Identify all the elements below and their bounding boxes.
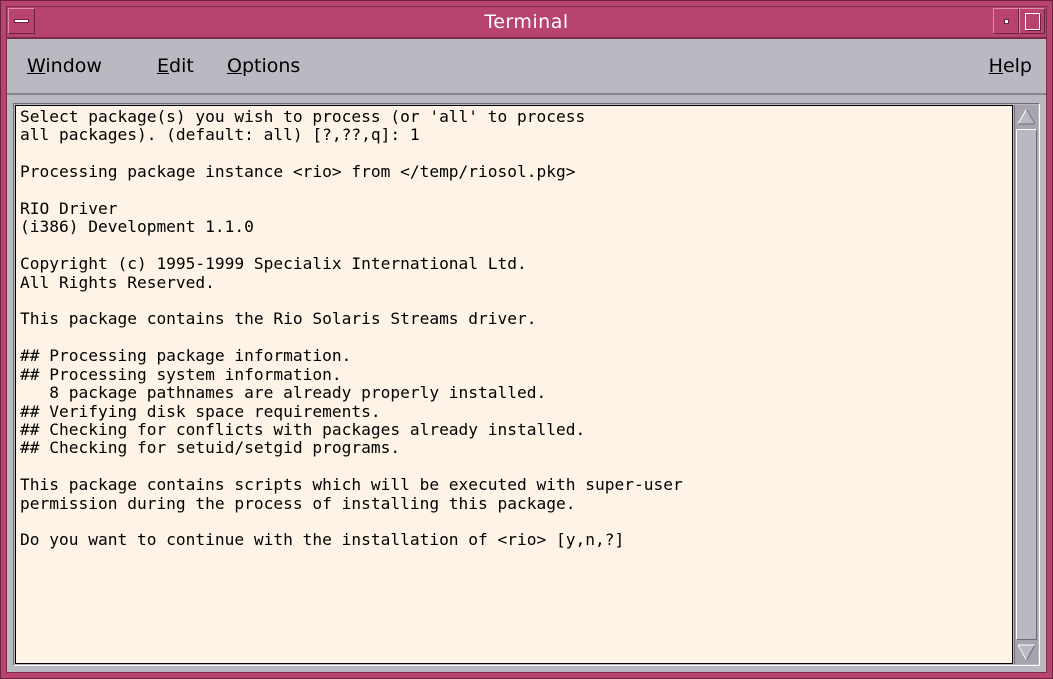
terminal-output[interactable]: Select package(s) you wish to process (o… (15, 105, 1013, 664)
terminal-window: Terminal Window Edit Options Help Select… (0, 0, 1053, 679)
minimize-button[interactable] (993, 8, 1019, 34)
terminal-line: All Rights Reserved. (20, 272, 215, 292)
menu-help-label: elp (1002, 55, 1032, 77)
terminal-line: ## Checking for setuid/setgid programs. (20, 438, 401, 458)
terminal-line: Select package(s) you wish to process (o… (20, 107, 586, 126)
scroll-down-button[interactable] (1016, 642, 1037, 663)
scroll-down-arrow-icon (1017, 644, 1036, 662)
terminal-line: 8 package pathnames are already properly… (20, 383, 547, 403)
window-frame: Terminal Window Edit Options Help Select… (6, 6, 1047, 673)
terminal-line: all packages). (default: all) [?,??,q]: … (20, 125, 420, 145)
terminal-line: ## Processing package information. (20, 346, 352, 366)
title-bar[interactable]: Terminal (7, 7, 1046, 39)
window-title: Terminal (484, 11, 569, 33)
terminal-line: RIO Driver (20, 199, 118, 219)
terminal-line: This package contains scripts which will… (20, 475, 683, 495)
menu-window-label: indow (45, 55, 102, 77)
menu-options[interactable]: Options (227, 39, 300, 93)
scroll-up-button[interactable] (1016, 106, 1037, 127)
menu-edit-label: dit (169, 55, 194, 77)
maximize-button[interactable] (1019, 8, 1045, 34)
terminal-line: (i386) Development 1.1.0 (20, 217, 254, 237)
terminal-line: ## Checking for conflicts with packages … (20, 419, 586, 439)
menu-options-label: ptions (241, 55, 301, 77)
vertical-scrollbar[interactable] (1014, 105, 1038, 664)
scroll-thumb[interactable] (1016, 129, 1037, 640)
terminal-line: permission during the process of install… (20, 493, 576, 513)
menu-edit[interactable]: Edit (157, 39, 194, 93)
terminal-line: This package contains the Rio Solaris St… (20, 309, 537, 329)
menu-help-mnemonic: H (988, 55, 1003, 77)
terminal-line: Copyright (c) 1995-1999 Specialix Intern… (20, 254, 527, 274)
maximize-icon (1025, 13, 1040, 30)
terminal-pane: Select package(s) you wish to process (o… (13, 103, 1040, 666)
menu-window-mnemonic: W (27, 55, 46, 77)
menu-bar: Window Edit Options Help (7, 39, 1046, 95)
minimize-icon (1004, 19, 1009, 24)
menu-help[interactable]: Help (989, 39, 1032, 93)
terminal-line: ## Verifying disk space requirements. (20, 401, 381, 421)
menu-window[interactable]: Window (27, 39, 102, 93)
menu-edit-mnemonic: E (157, 55, 170, 77)
terminal-text[interactable]: Select package(s) you wish to process (o… (16, 106, 1012, 550)
terminal-line: Do you want to continue with the install… (20, 530, 625, 550)
terminal-line: ## Processing system information. (20, 364, 342, 384)
terminal-line: Processing package instance <rio> from <… (20, 162, 576, 182)
scroll-up-arrow-icon (1017, 107, 1036, 125)
menu-options-mnemonic: O (227, 55, 242, 77)
